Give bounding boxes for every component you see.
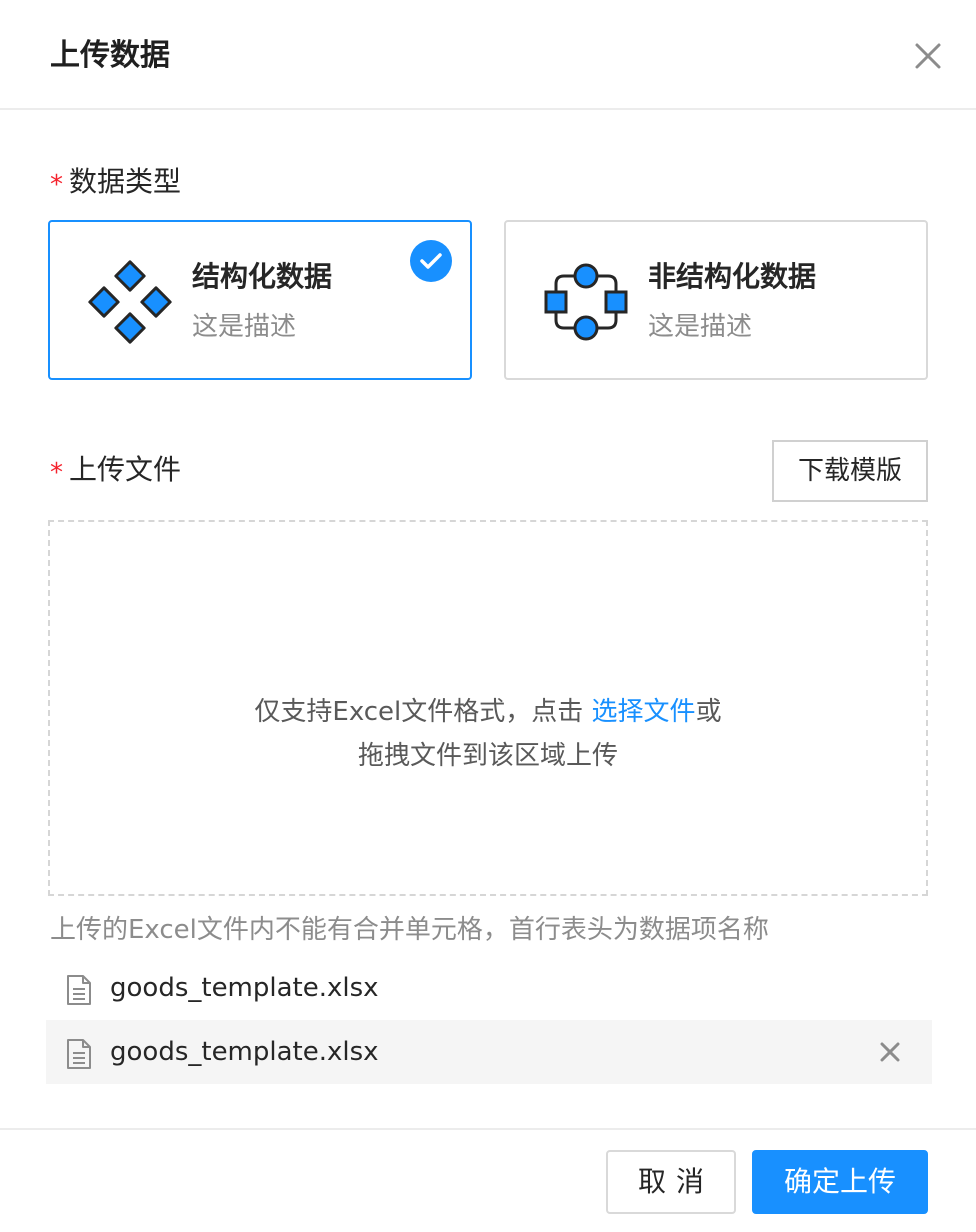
download-template-button[interactable]: 下载模版 (772, 440, 928, 502)
dialog-header: 上传数据 (0, 0, 976, 110)
upload-file-label: * 上传文件 (50, 452, 181, 491)
dropzone-text-or: 或 (695, 697, 722, 727)
selected-check-icon (410, 240, 452, 282)
data-type-label-text: 数据类型 (69, 165, 182, 198)
upload-data-dialog: 上传数据 * 数据类型 结构化数据 这是描述 非结构化数据 这是描述 * 上传文… (0, 0, 976, 1232)
option-name: 非结构化数据 (648, 260, 817, 293)
confirm-upload-button[interactable]: 确定上传 (752, 1150, 928, 1214)
data-type-option-unstructured[interactable]: 非结构化数据 这是描述 (504, 220, 928, 380)
structured-data-icon (88, 260, 172, 344)
unstructured-data-icon (544, 263, 628, 341)
dialog-title: 上传数据 (50, 38, 170, 73)
file-name: goods_template.xlsx (110, 973, 379, 1003)
dropzone-text: 仅支持Excel文件格式，点击 (254, 697, 592, 727)
option-name: 结构化数据 (192, 260, 333, 293)
upload-dropzone[interactable]: 仅支持Excel文件格式，点击 选择文件或 拖拽文件到该区域上传 (48, 520, 928, 896)
upload-hint: 上传的Excel文件内不能有合并单元格，首行表头为数据项名称 (50, 915, 769, 945)
dropzone-drag-text: 拖拽文件到该区域上传 (357, 741, 618, 771)
close-icon[interactable] (908, 36, 948, 76)
cancel-button[interactable]: 取消 (606, 1150, 736, 1214)
option-desc: 这是描述 (192, 312, 297, 342)
file-list-item[interactable]: goods_template.xlsx (46, 1020, 932, 1084)
file-name: goods_template.xlsx (110, 1037, 379, 1067)
file-icon (67, 1039, 91, 1069)
required-mark: * (50, 170, 63, 200)
data-type-option-structured[interactable]: 结构化数据 这是描述 (48, 220, 472, 380)
data-type-label: * 数据类型 (50, 164, 181, 203)
required-mark: * (50, 458, 63, 488)
dialog-footer: 取消 确定上传 (0, 1128, 976, 1232)
file-list-item[interactable]: goods_template.xlsx (46, 956, 932, 1020)
select-file-link[interactable]: 选择文件 (592, 697, 696, 727)
option-desc: 这是描述 (648, 312, 753, 342)
dropzone-instructions: 仅支持Excel文件格式，点击 选择文件或 (50, 694, 926, 730)
file-icon (67, 975, 91, 1005)
remove-file-icon[interactable] (876, 1038, 904, 1066)
upload-file-label-text: 上传文件 (69, 453, 182, 486)
